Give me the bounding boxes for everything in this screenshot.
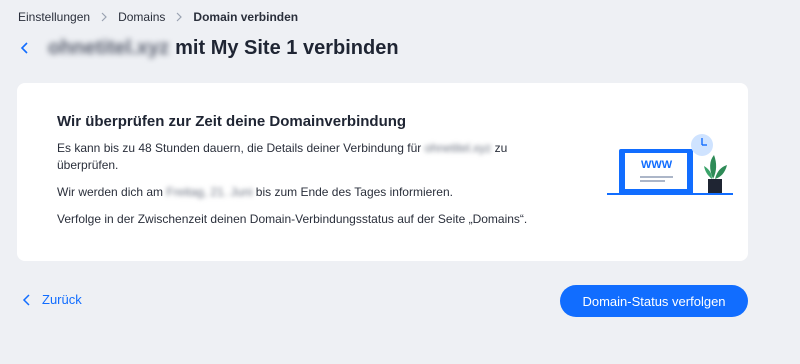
domain-name: ohnetitel.xyz bbox=[48, 36, 170, 59]
notify-suffix: bis zum Ende des Tages informieren. bbox=[255, 185, 453, 199]
back-label: Zurück bbox=[42, 292, 82, 307]
illustration-www-text: WWW bbox=[641, 159, 673, 171]
chevron-left-icon bbox=[22, 293, 30, 306]
track-domain-status-button[interactable]: Domain-Status verfolgen bbox=[560, 285, 748, 317]
chevron-right-icon bbox=[165, 12, 193, 22]
page-header: ohnetitel.xyz mit My Site 1 verbinden bbox=[16, 34, 399, 62]
back-button[interactable]: Zurück bbox=[22, 292, 82, 307]
duration-prefix: Es kann bis zu 48 Stunden dauern, die De… bbox=[57, 141, 422, 155]
chevron-left-icon[interactable] bbox=[18, 41, 32, 55]
status-hint-text: Verfolge in der Zwischenzeit deinen Doma… bbox=[57, 212, 528, 226]
domain-name-inline: ohnetitel.xyz bbox=[424, 141, 492, 155]
verification-card: Wir überprüfen zur Zeit deine Domainverb… bbox=[17, 83, 748, 261]
browser-www-clock-plant-illustration: WWW bbox=[605, 131, 735, 211]
chevron-right-icon bbox=[90, 12, 118, 22]
notification-date: Freitag, 21. Juni bbox=[166, 185, 253, 199]
notification-date-text: Wir werden dich am Freitag, 21. Juni bis… bbox=[57, 184, 547, 201]
notify-prefix: Wir werden dich am bbox=[57, 185, 164, 199]
breadcrumb: Einstellungen Domains Domain verbinden bbox=[18, 10, 298, 24]
breadcrumb-item-connect-domain: Domain verbinden bbox=[193, 10, 299, 24]
page-title: mit My Site 1 verbinden bbox=[175, 36, 399, 59]
verification-duration-text: Es kann bis zu 48 Stunden dauern, die De… bbox=[57, 140, 547, 174]
card-body: Es kann bis zu 48 Stunden dauern, die De… bbox=[57, 140, 547, 238]
breadcrumb-item-domains[interactable]: Domains bbox=[118, 10, 165, 24]
card-heading: Wir überprüfen zur Zeit deine Domainverb… bbox=[57, 113, 407, 130]
breadcrumb-item-settings[interactable]: Einstellungen bbox=[18, 10, 90, 24]
